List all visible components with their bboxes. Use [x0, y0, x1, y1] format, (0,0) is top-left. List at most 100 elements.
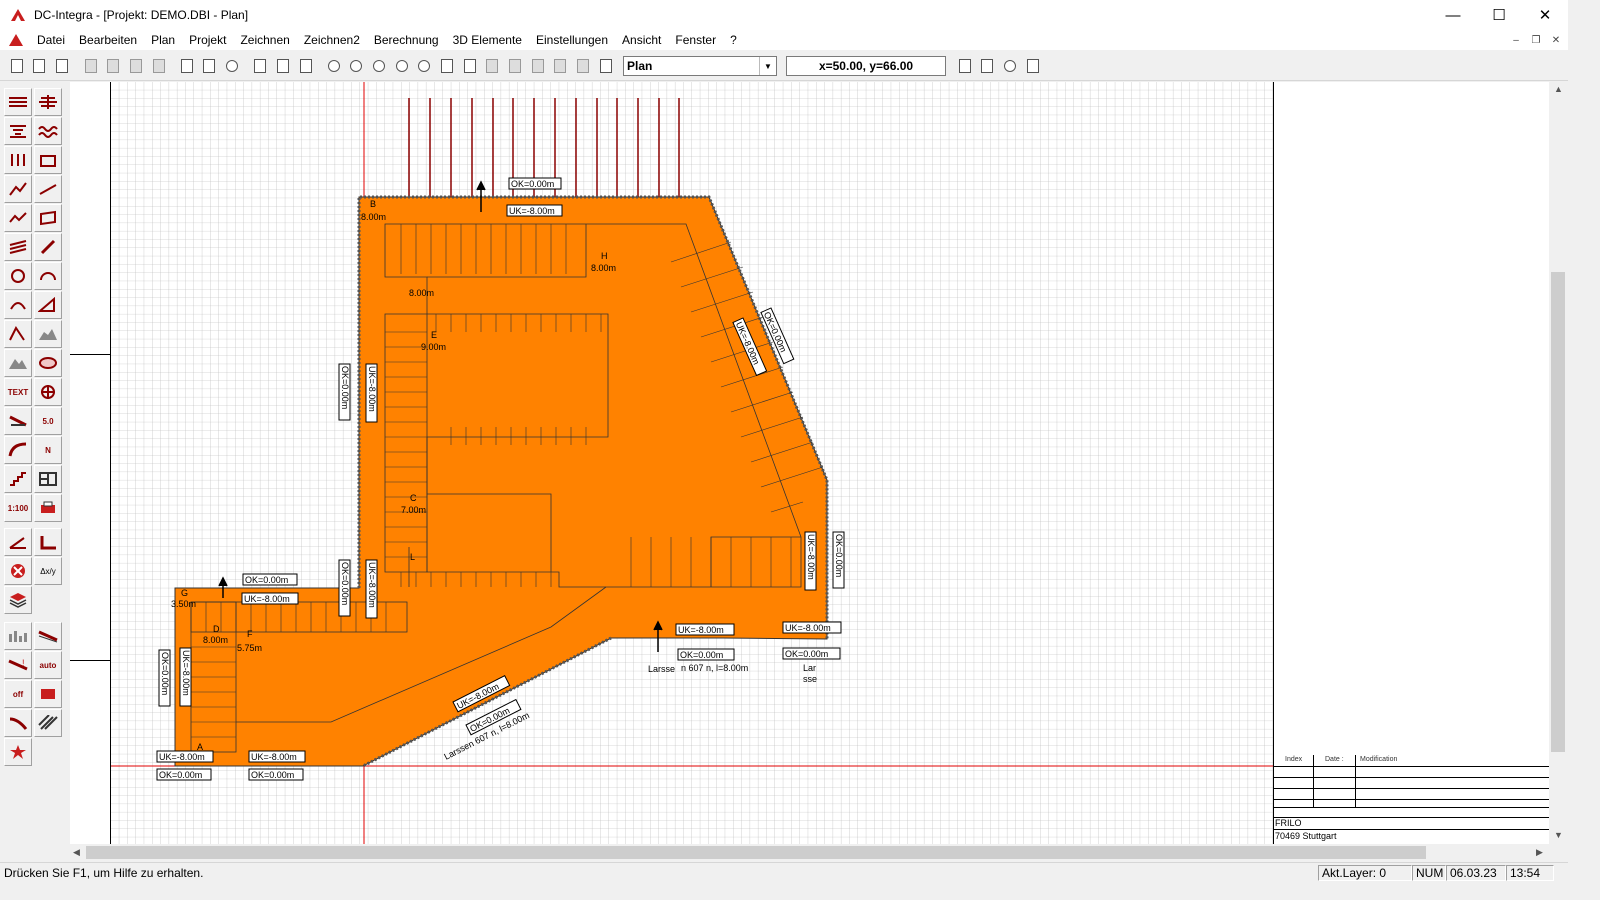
palette-tool-14[interactable]	[34, 262, 62, 290]
palette-tool-13[interactable]	[4, 262, 32, 290]
view-button-2[interactable]	[506, 57, 524, 75]
vertical-scrollbar[interactable]: ▲ ▼	[1549, 82, 1568, 844]
palette-tool-42[interactable]	[4, 709, 32, 737]
crosshair-button[interactable]	[438, 57, 456, 75]
palette-tool-22[interactable]	[34, 378, 62, 406]
delta-tool[interactable]: Δx/y	[34, 557, 62, 585]
palette-tool-11[interactable]	[4, 233, 32, 261]
palette-tool-38[interactable]: !	[4, 651, 32, 679]
palette-tool-12[interactable]	[34, 233, 62, 261]
palette-tool-35[interactable]	[4, 586, 32, 614]
zoom-in-button[interactable]	[370, 57, 388, 75]
zoom-out-button[interactable]	[393, 57, 411, 75]
mdi-restore-icon[interactable]: ❐	[1528, 32, 1544, 48]
palette-tool-25[interactable]	[4, 436, 32, 464]
view-button-4[interactable]	[551, 57, 569, 75]
mdi-close-icon[interactable]: ✕	[1548, 32, 1564, 48]
minimize-button[interactable]: —	[1430, 0, 1476, 30]
palette-tool-30[interactable]	[34, 494, 62, 522]
document-icon[interactable]	[8, 33, 24, 47]
menu-fenster[interactable]: Fenster	[668, 33, 723, 47]
palette-tool-6[interactable]	[34, 146, 62, 174]
scroll-down-icon[interactable]: ▼	[1554, 830, 1563, 840]
text-tool[interactable]: TEXT	[4, 378, 32, 406]
menu-help[interactable]: ?	[723, 33, 744, 47]
pro-button[interactable]	[251, 57, 269, 75]
scroll-right-icon[interactable]: ▶	[1536, 847, 1543, 858]
view-button-1[interactable]	[483, 57, 501, 75]
auto-tool[interactable]: auto	[34, 651, 62, 679]
chevron-down-icon[interactable]: ▼	[759, 57, 776, 75]
menu-einstellungen[interactable]: Einstellungen	[529, 33, 615, 47]
menu-projekt[interactable]: Projekt	[182, 33, 233, 47]
print-preview-button[interactable]	[978, 57, 996, 75]
scroll-left-icon[interactable]: ◀	[73, 847, 80, 858]
north-arrow-tool[interactable]: N	[34, 436, 62, 464]
context-help-button[interactable]	[1024, 57, 1042, 75]
palette-tool-5[interactable]	[4, 146, 32, 174]
palette-tool-31[interactable]	[4, 528, 32, 556]
palette-tool-10[interactable]	[34, 204, 62, 232]
save-button[interactable]	[53, 57, 71, 75]
percent-button[interactable]	[461, 57, 479, 75]
menu-bearbeiten[interactable]: Bearbeiten	[72, 33, 144, 47]
vertical-scroll-thumb[interactable]	[1551, 272, 1565, 752]
palette-tool-37[interactable]	[34, 622, 62, 650]
palette-tool-19[interactable]	[4, 349, 32, 377]
off-tool[interactable]: off	[4, 680, 32, 708]
menu-zeichnen2[interactable]: Zeichnen2	[297, 33, 367, 47]
view-select[interactable]: Plan ▼	[623, 56, 777, 76]
palette-tool-4[interactable]	[34, 117, 62, 145]
palette-tool-43[interactable]	[34, 709, 62, 737]
palette-tool-41[interactable]	[34, 680, 62, 708]
palette-tool-36[interactable]	[4, 622, 32, 650]
menu-plan[interactable]: Plan	[144, 33, 182, 47]
menu-berechnung[interactable]: Berechnung	[367, 33, 446, 47]
horizontal-scrollbar[interactable]: ◀ ▶	[70, 844, 1549, 861]
palette-tool-2[interactable]	[34, 88, 62, 116]
menu-zeichnen[interactable]: Zeichnen	[233, 33, 296, 47]
palette-tool-28[interactable]	[34, 465, 62, 493]
fur-button[interactable]	[297, 57, 315, 75]
palette-tool-33[interactable]	[4, 557, 32, 585]
page-button[interactable]	[178, 57, 196, 75]
close-button[interactable]: ✕	[1522, 0, 1568, 30]
palette-tool-8[interactable]	[34, 175, 62, 203]
mdi-minimize-icon[interactable]: –	[1508, 32, 1524, 48]
palette-tool-9[interactable]	[4, 204, 32, 232]
menu-ansicht[interactable]: Ansicht	[615, 33, 668, 47]
new-file-button[interactable]	[8, 57, 26, 75]
palette-tool-16[interactable]	[34, 291, 62, 319]
palette-tool-1[interactable]	[4, 88, 32, 116]
tool-button-2[interactable]	[104, 57, 122, 75]
menu-3d-elemente[interactable]: 3D Elemente	[446, 33, 529, 47]
zoom-button-2[interactable]	[347, 57, 365, 75]
open-file-button[interactable]	[30, 57, 48, 75]
palette-tool-27[interactable]	[4, 465, 32, 493]
palette-tool-32[interactable]	[34, 528, 62, 556]
palette-tool-20[interactable]	[34, 349, 62, 377]
drawing-canvas[interactable]: B H E C L G D F A 8.00m 8.00m 8.00m 9.00…	[111, 82, 1273, 844]
palette-tool-17[interactable]	[4, 320, 32, 348]
palette-tool-23[interactable]	[4, 407, 32, 435]
palette-tool-44[interactable]	[4, 738, 32, 766]
zoom-button-1[interactable]	[325, 57, 343, 75]
print-button[interactable]	[956, 57, 974, 75]
page-n-button[interactable]	[200, 57, 218, 75]
palette-tool-7[interactable]	[4, 175, 32, 203]
pencil-button[interactable]	[597, 57, 615, 75]
palette-tool-3[interactable]	[4, 117, 32, 145]
maximize-button[interactable]: ☐	[1476, 0, 1522, 30]
menu-datei[interactable]: Datei	[30, 33, 72, 47]
horizontal-scroll-thumb[interactable]	[86, 846, 1426, 859]
ver-button[interactable]	[274, 57, 292, 75]
dimension-tool[interactable]: 5.0	[34, 407, 62, 435]
scale-tool[interactable]: 1:100	[4, 494, 32, 522]
view-button-5[interactable]	[574, 57, 592, 75]
settings-button[interactable]	[223, 57, 241, 75]
tool-button-4[interactable]	[150, 57, 168, 75]
tool-button-1[interactable]	[82, 57, 100, 75]
arc-button[interactable]	[415, 57, 433, 75]
tool-button-3[interactable]	[127, 57, 145, 75]
help-button[interactable]	[1001, 57, 1019, 75]
